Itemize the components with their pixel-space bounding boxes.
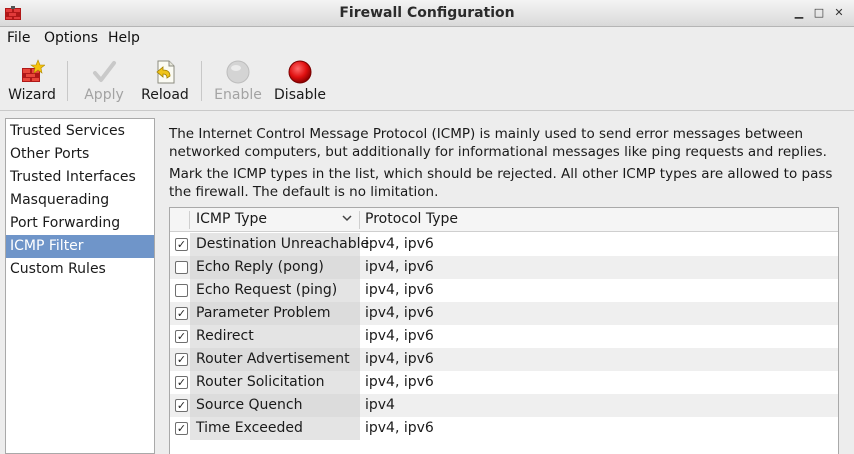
minimize-icon[interactable]: ▁ (791, 5, 807, 21)
icmp-type-name: Router Advertisement (196, 351, 350, 367)
icmp-type-name: Time Exceeded (196, 420, 303, 436)
protocol-type: ipv4, ipv6 (365, 328, 434, 344)
table-row[interactable]: ✓ Time Exceeded ipv4, ipv6 (170, 417, 838, 440)
menu-file[interactable]: File (7, 30, 30, 46)
reject-checkbox[interactable]: ✓ (175, 238, 188, 251)
disable-button[interactable]: Disable (272, 57, 328, 109)
protocol-type: ipv4, ipv6 (365, 374, 434, 390)
icmp-description: The Internet Control Message Protocol (I… (169, 126, 827, 160)
reload-button[interactable]: Reload (140, 57, 190, 109)
icmp-type-name: Router Solicitation (196, 374, 325, 390)
protocol-type: ipv4, ipv6 (365, 351, 434, 367)
close-icon[interactable]: ✕ (831, 5, 847, 21)
wizard-icon (19, 59, 46, 85)
reject-checkbox[interactable]: ✓ (175, 376, 188, 389)
column-header-label: ICMP Type (196, 211, 268, 227)
table-row[interactable]: ✓ Router Advertisement ipv4, ipv6 (170, 348, 838, 371)
protocol-type: ipv4, ipv6 (365, 305, 434, 321)
protocol-type: ipv4, ipv6 (365, 236, 434, 252)
reject-checkbox[interactable]: ✓ (175, 307, 188, 320)
icmp-type-name: Echo Reply (pong) (196, 259, 324, 275)
sidebar-item-icmp-filter[interactable]: ICMP Filter (6, 235, 154, 258)
protocol-type: ipv4 (365, 397, 395, 413)
protocol-type: ipv4, ipv6 (365, 259, 434, 275)
toolbar-separator (67, 61, 68, 101)
icmp-type-name: Source Quench (196, 397, 303, 413)
sidebar-item-trusted-interfaces[interactable]: Trusted Interfaces (6, 166, 154, 189)
table-row[interactable]: Echo Reply (pong) ipv4, ipv6 (170, 256, 838, 279)
protocol-type: ipv4, ipv6 (365, 282, 434, 298)
apply-button[interactable]: Apply (80, 57, 128, 109)
icmp-type-name: Redirect (196, 328, 254, 344)
disable-label: Disable (274, 87, 326, 103)
wizard-button[interactable]: Wizard (6, 57, 58, 109)
reload-label: Reload (141, 87, 189, 103)
icmp-type-name: Echo Request (ping) (196, 282, 338, 298)
column-separator (189, 211, 190, 229)
title-bar: Firewall Configuration ▁ □ ✕ (0, 0, 854, 27)
column-header-icmp-type[interactable]: ICMP Type (190, 208, 358, 232)
table-row[interactable]: ✓ Router Solicitation ipv4, ipv6 (170, 371, 838, 394)
sidebar: Trusted Services Other Ports Trusted Int… (5, 118, 155, 454)
disable-red-circle-icon (287, 59, 313, 85)
reject-checkbox[interactable]: ✓ (175, 353, 188, 366)
table-row[interactable]: ✓ Redirect ipv4, ipv6 (170, 325, 838, 348)
table-row[interactable]: Echo Request (ping) ipv4, ipv6 (170, 279, 838, 302)
reload-icon (152, 59, 178, 85)
chevron-down-icon (342, 208, 352, 236)
window-title: Firewall Configuration (339, 5, 515, 21)
menu-help[interactable]: Help (108, 30, 140, 46)
toolbar-separator (201, 61, 202, 101)
sidebar-item-port-forwarding[interactable]: Port Forwarding (6, 212, 154, 235)
table-row[interactable]: ✓ Parameter Problem ipv4, ipv6 (170, 302, 838, 325)
icmp-table: ICMP Type Protocol Type ✓ Destination Unr… (169, 207, 839, 454)
toolbar: Wizard Apply Reload Enable Disable (0, 51, 854, 111)
table-row[interactable]: ✓ Source Quench ipv4 (170, 394, 838, 417)
reject-checkbox[interactable]: ✓ (175, 399, 188, 412)
reject-checkbox[interactable] (175, 284, 188, 297)
menu-bar: File Options Help (0, 27, 854, 50)
reject-checkbox[interactable] (175, 261, 188, 274)
table-row[interactable]: ✓ Destination Unreachable ipv4, ipv6 (170, 233, 838, 256)
enable-button[interactable]: Enable (213, 57, 263, 109)
maximize-icon[interactable]: □ (811, 5, 827, 21)
checkmark-icon (91, 59, 117, 85)
sidebar-item-custom-rules[interactable]: Custom Rules (6, 258, 154, 281)
icmp-type-name: Parameter Problem (196, 305, 331, 321)
icmp-instructions: Mark the ICMP types in the list, which s… (169, 166, 833, 200)
menu-options[interactable]: Options (44, 30, 98, 46)
icmp-type-name: Destination Unreachable (196, 236, 370, 252)
reject-checkbox[interactable]: ✓ (175, 330, 188, 343)
sidebar-item-masquerading[interactable]: Masquerading (6, 189, 154, 212)
sidebar-item-trusted-services[interactable]: Trusted Services (6, 120, 154, 143)
enable-circle-icon (225, 59, 251, 85)
wizard-label: Wizard (8, 87, 56, 103)
reject-checkbox[interactable]: ✓ (175, 422, 188, 435)
sidebar-item-other-ports[interactable]: Other Ports (6, 143, 154, 166)
enable-label: Enable (214, 87, 262, 103)
table-header: ICMP Type Protocol Type (170, 208, 838, 232)
protocol-type: ipv4, ipv6 (365, 420, 434, 436)
column-header-protocol-type[interactable]: Protocol Type (359, 208, 659, 232)
apply-label: Apply (84, 87, 124, 103)
